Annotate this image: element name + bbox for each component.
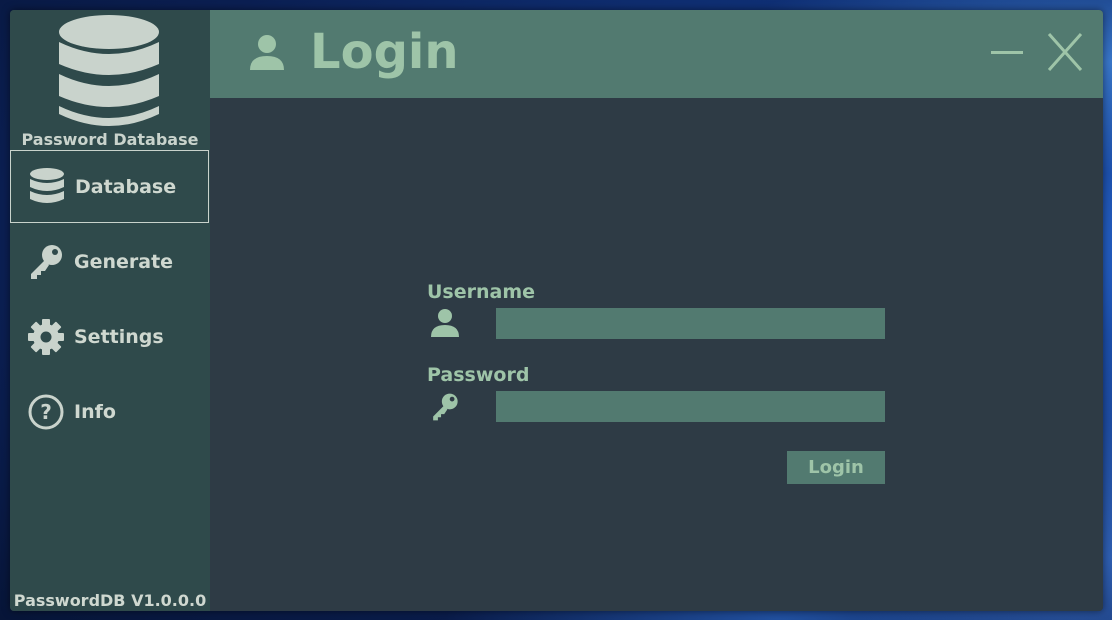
sidebar-item-label: Info (74, 400, 116, 423)
minimize-icon (991, 51, 1023, 54)
password-label: Password (427, 364, 530, 386)
username-label: Username (427, 281, 536, 303)
gear-icon (26, 317, 66, 357)
svg-text:?: ? (40, 400, 52, 424)
sidebar-item-info[interactable]: ? Info (10, 375, 209, 448)
title-bar[interactable]: Login (210, 10, 1103, 98)
sidebar: Password Database Database Generate Sett… (10, 10, 210, 611)
username-field[interactable] (496, 308, 885, 339)
page-title: Login (310, 24, 459, 80)
close-button[interactable] (1045, 30, 1085, 74)
login-button[interactable]: Login (787, 451, 885, 484)
sidebar-item-generate[interactable]: Generate (10, 225, 209, 298)
sidebar-item-label: Database (75, 175, 177, 198)
brand-name: Password Database (21, 130, 199, 149)
question-icon: ? (26, 392, 66, 432)
database-icon (27, 167, 67, 207)
sidebar-item-label: Settings (74, 325, 164, 348)
password-field[interactable] (496, 391, 885, 422)
close-icon (1047, 33, 1083, 71)
user-icon (430, 308, 460, 342)
login-panel: Username Password Login (210, 98, 1103, 611)
database-logo-icon (57, 14, 161, 132)
brand: Password Database (10, 10, 210, 150)
key-icon (26, 242, 66, 282)
minimize-button[interactable] (988, 30, 1028, 74)
key-icon (430, 392, 460, 426)
version-label: PasswordDB V1.0.0.0 (13, 591, 207, 610)
user-icon (248, 34, 286, 76)
app-window: Password Database Database Generate Sett… (10, 10, 1103, 611)
sidebar-item-database[interactable]: Database (10, 150, 209, 223)
sidebar-item-settings[interactable]: Settings (10, 300, 209, 373)
sidebar-item-label: Generate (74, 250, 174, 273)
